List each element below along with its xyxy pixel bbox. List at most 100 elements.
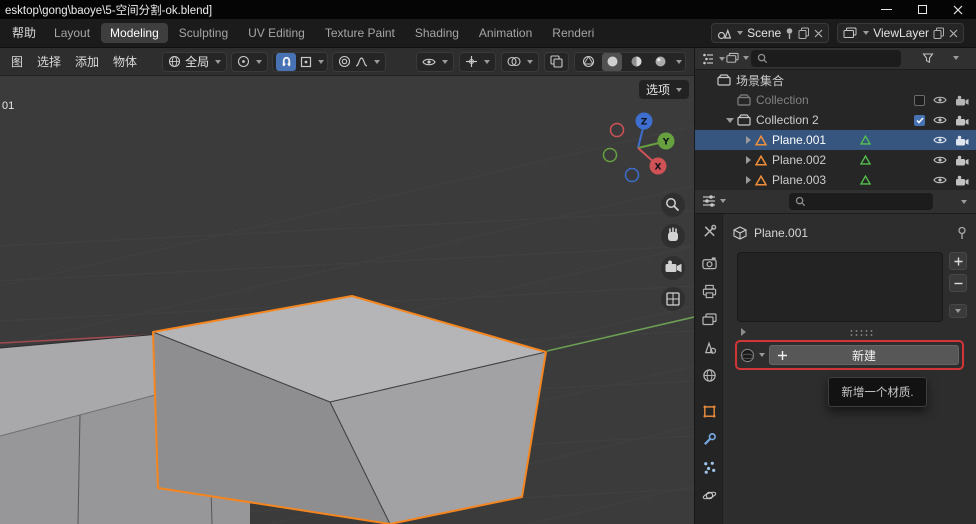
viewport-options-button[interactable]: 选项 [639, 80, 689, 99]
tab-modifiers[interactable] [700, 430, 718, 448]
collection-exclude-checkbox[interactable] [914, 95, 925, 106]
expand-arrow-icon[interactable] [746, 156, 751, 164]
scene-name[interactable]: Scene [747, 26, 781, 40]
browse-material-dropdown[interactable] [740, 348, 765, 363]
collection-2-render-icon[interactable] [955, 115, 969, 126]
snap-target-icon[interactable] [300, 56, 312, 68]
tab-view-layer[interactable] [700, 310, 718, 328]
scene-pin-icon[interactable] [785, 27, 794, 40]
tab-output[interactable] [700, 282, 718, 300]
plane-001-render-icon[interactable] [955, 135, 969, 146]
gizmo-z-negative[interactable] [626, 169, 639, 182]
tab-world[interactable] [700, 366, 718, 384]
tab-physics[interactable] [700, 486, 718, 504]
gizmos-dropdown[interactable] [459, 52, 496, 72]
remove-material-slot-button[interactable] [949, 274, 967, 292]
mesh-data-icon[interactable] [860, 135, 871, 145]
plane-003-hide-icon[interactable] [933, 175, 947, 185]
tab-object[interactable] [700, 402, 718, 420]
menu-add[interactable]: 添加 [68, 48, 106, 76]
menu-select[interactable]: 选择 [30, 48, 68, 76]
scene-unlink-icon[interactable] [814, 29, 823, 38]
outliner-panel: 场景集合 Collection [695, 48, 976, 190]
workspace-tab-uv-editing[interactable]: UV Editing [239, 23, 314, 43]
collection-render-icon[interactable] [955, 95, 969, 106]
material-slot-list[interactable] [737, 252, 943, 322]
gizmo-y-negative[interactable] [604, 149, 617, 162]
viewport[interactable]: Z Y X [0, 76, 694, 524]
plane-001-hide-icon[interactable] [933, 135, 947, 145]
breadcrumb: Plane.001 [723, 222, 976, 244]
shading-wireframe-button[interactable] [578, 53, 598, 71]
outliner-search-input[interactable] [751, 50, 901, 67]
workspace-tab-texture-paint[interactable]: Texture Paint [316, 23, 404, 43]
tab-tool[interactable] [700, 222, 718, 240]
gizmo-x-negative[interactable] [611, 124, 624, 137]
visibility-dropdown[interactable] [416, 52, 454, 72]
panel-drag-grip[interactable] [849, 329, 875, 336]
outliner-display-mode-button[interactable] [723, 50, 752, 66]
snap-toggle[interactable] [276, 53, 296, 71]
maximize-button[interactable] [904, 0, 940, 19]
scene-new-icon[interactable] [798, 27, 810, 39]
workspace-tab-sculpting[interactable]: Sculpting [170, 23, 237, 43]
properties-editor-type-button[interactable] [699, 193, 729, 209]
overlays-dropdown[interactable] [501, 52, 539, 72]
outliner-row-collection[interactable]: Collection [695, 90, 976, 110]
workspace-tab-modeling[interactable]: Modeling [101, 23, 168, 43]
workspace-tab-layout[interactable]: Layout [45, 23, 99, 43]
shading-solid-button[interactable] [602, 53, 622, 71]
proportional-editing-group[interactable] [332, 52, 386, 72]
viewlayer-name[interactable]: ViewLayer [873, 26, 929, 40]
workspace-tab-rendering[interactable]: Renderi [543, 23, 603, 43]
properties-search-input[interactable] [789, 193, 933, 210]
mesh-data-icon[interactable] [860, 175, 871, 185]
plane-003-render-icon[interactable] [955, 175, 969, 186]
properties-options-chevron-icon[interactable] [961, 200, 967, 204]
outliner-row-scene-collection[interactable]: 场景集合 [695, 70, 976, 90]
shading-material-button[interactable] [626, 53, 646, 71]
mesh-data-icon[interactable] [860, 155, 871, 165]
collection-hide-icon[interactable] [933, 95, 947, 105]
collection-2-hide-icon[interactable] [933, 115, 947, 125]
expand-arrow-icon[interactable] [746, 136, 751, 144]
outliner-row-plane-001[interactable]: Plane.001 [695, 130, 976, 150]
add-material-slot-button[interactable] [949, 252, 967, 270]
outliner-filter-button[interactable] [919, 50, 937, 66]
viewlayer-remove-icon[interactable] [949, 29, 958, 38]
shading-rendered-button[interactable] [650, 53, 670, 71]
collection-2-exclude-checkbox[interactable] [914, 115, 925, 126]
plane-002-render-icon[interactable] [955, 155, 969, 166]
viewport-3d-scene[interactable]: Z Y X [0, 76, 694, 524]
menu-object[interactable]: 物体 [106, 48, 144, 76]
pivot-point-dropdown[interactable] [231, 52, 268, 72]
tab-particles[interactable] [700, 458, 718, 476]
minimize-button[interactable] [868, 0, 904, 19]
close-button[interactable] [940, 0, 976, 19]
outliner-row-plane-003[interactable]: Plane.003 [695, 170, 976, 190]
expand-arrow-icon[interactable] [746, 176, 751, 184]
gizmo-y-label: Y [662, 138, 670, 148]
menu-help[interactable]: 帮助 [4, 19, 44, 47]
material-specials-button[interactable] [949, 304, 967, 318]
xray-toggle[interactable] [544, 52, 569, 72]
collapse-arrow-icon[interactable] [726, 118, 734, 123]
outliner-row-collection-2[interactable]: Collection 2 [695, 110, 976, 130]
preview-expand-icon[interactable] [741, 328, 746, 336]
zoom-tool-button[interactable] [661, 193, 685, 217]
workspace-tab-animation[interactable]: Animation [470, 23, 541, 43]
breadcrumb-object-name[interactable]: Plane.001 [754, 226, 808, 240]
transform-orientation-dropdown[interactable]: 全局 [162, 52, 227, 72]
pin-icon[interactable] [957, 226, 967, 240]
outliner-row-plane-002[interactable]: Plane.002 [695, 150, 976, 170]
plane-002-hide-icon[interactable] [933, 155, 947, 165]
menu-view[interactable]: 图 [4, 48, 30, 76]
tab-render[interactable] [700, 254, 718, 272]
tab-scene[interactable] [700, 338, 718, 356]
scene-collection-label: 场景集合 [736, 72, 784, 89]
viewlayer-new-icon[interactable] [933, 27, 945, 39]
scene-selector[interactable]: Scene [711, 23, 829, 43]
workspace-tab-shading[interactable]: Shading [406, 23, 468, 43]
new-material-button[interactable]: 新建 [769, 345, 959, 365]
viewlayer-selector[interactable]: ViewLayer [837, 23, 964, 43]
